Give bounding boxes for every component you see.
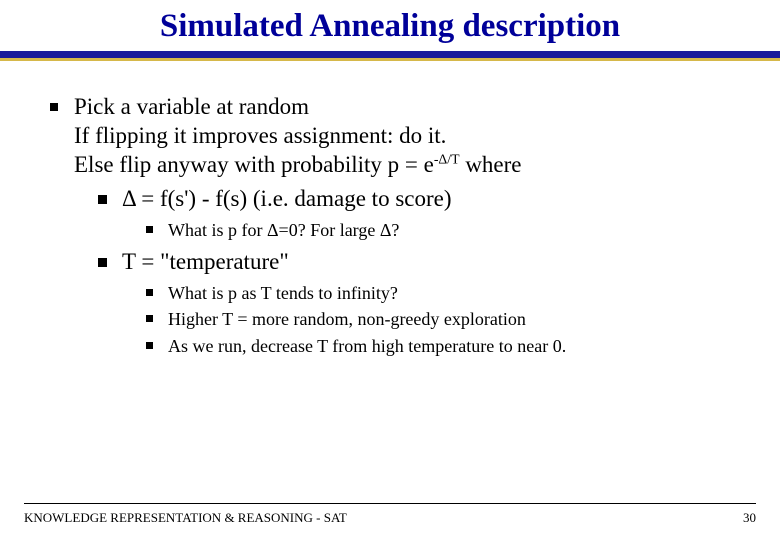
bullet-1-line2: If flipping it improves assignment: do i… xyxy=(74,122,750,151)
bullet-list-lvl1: Pick a variable at random If flipping it… xyxy=(30,93,750,358)
bullet-delta-q: What is p for Δ=0? For large Δ? xyxy=(146,218,750,242)
bullet-temp-s1: What is p as T tends to infinity? xyxy=(146,281,750,305)
bullet-delta: Δ = f(s') - f(s) (i.e. damage to score) … xyxy=(98,185,750,242)
slide: Simulated Annealing description Pick a v… xyxy=(0,0,780,540)
bullet-1-line3-sup: -Δ/T xyxy=(434,151,460,166)
slide-title: Simulated Annealing description xyxy=(0,0,780,51)
bullet-temp-s3: As we run, decrease T from high temperat… xyxy=(146,334,750,358)
bullet-1-line3-post: where xyxy=(460,152,522,177)
bullet-temp-s2: Higher T = more random, non-greedy explo… xyxy=(146,307,750,331)
bullet-list-lvl3-b: What is p as T tends to infinity? Higher… xyxy=(122,281,750,358)
title-divider xyxy=(0,51,780,65)
bullet-delta-text: Δ = f(s') - f(s) (i.e. damage to score) xyxy=(122,186,452,211)
bullet-1-line3-pre: Else flip anyway with probability p = e xyxy=(74,152,434,177)
bullet-1: Pick a variable at random If flipping it… xyxy=(50,93,750,358)
bullet-1-line3: Else flip anyway with probability p = e-… xyxy=(74,151,750,180)
bullet-1-line1: Pick a variable at random xyxy=(74,94,309,119)
footer-text: KNOWLEDGE REPRESENTATION & REASONING - S… xyxy=(24,510,347,526)
footer-divider xyxy=(24,503,756,504)
bullet-temp: T = "temperature" What is p as T tends t… xyxy=(98,248,750,358)
bullet-temp-text: T = "temperature" xyxy=(122,249,289,274)
page-number: 30 xyxy=(743,510,756,526)
divider-blue xyxy=(0,51,780,58)
bullet-list-lvl2-a: Δ = f(s') - f(s) (i.e. damage to score) … xyxy=(74,185,750,358)
content-area: Pick a variable at random If flipping it… xyxy=(0,65,780,358)
bullet-list-lvl3-a: What is p for Δ=0? For large Δ? xyxy=(122,218,750,242)
